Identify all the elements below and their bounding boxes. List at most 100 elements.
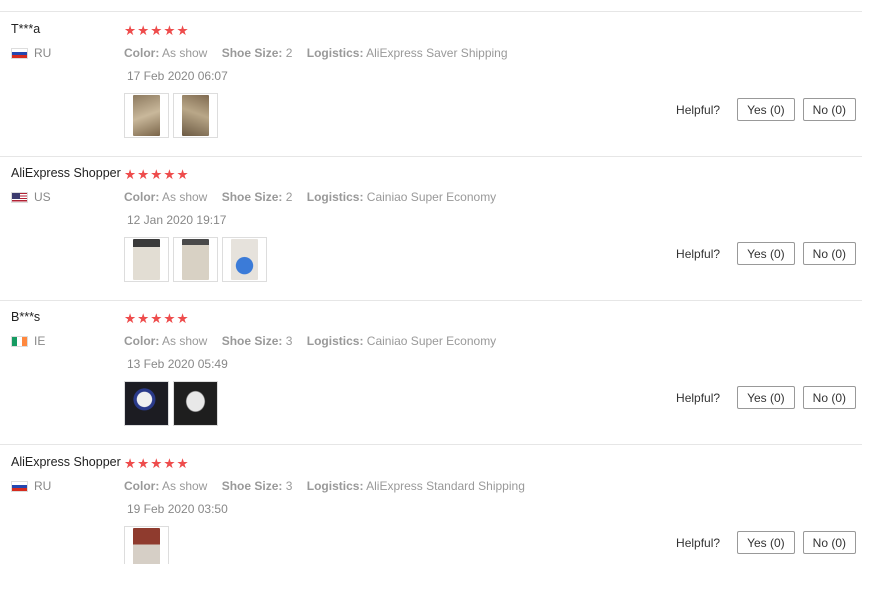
helpful-no-button[interactable]: No (0) <box>802 242 856 265</box>
review-photos <box>124 526 169 564</box>
helpful-yes-button[interactable]: Yes (0) <box>737 242 795 265</box>
helpful-vote: Helpful? Yes (0) No (0) <box>676 531 856 554</box>
logistics-value: Cainiao Super Economy <box>366 334 497 348</box>
star-icon: ★ <box>124 311 137 327</box>
reviewer-name: AliExpress Shopper <box>11 455 121 469</box>
color-label: Color: <box>124 334 160 348</box>
country-code: RU <box>34 46 52 60</box>
helpful-vote: Helpful? Yes (0) No (0) <box>676 386 856 409</box>
star-rating: ★ ★ ★ ★ ★ <box>124 312 189 326</box>
star-rating: ★ ★ ★ ★ ★ <box>124 24 189 38</box>
helpful-yes-button[interactable]: Yes (0) <box>737 386 795 409</box>
shoe-size-label: Shoe Size: <box>221 334 283 348</box>
review-photo-thumbnail[interactable] <box>222 237 267 282</box>
helpful-no-button[interactable]: No (0) <box>802 98 856 121</box>
logistics-label: Logistics: <box>306 46 364 60</box>
review-photo-thumbnail[interactable] <box>124 526 169 564</box>
review-photo-thumbnail[interactable] <box>124 93 169 138</box>
star-icon: ★ <box>163 167 176 183</box>
color-label: Color: <box>124 479 160 493</box>
review-date: 12 Jan 2020 19:17 <box>127 213 227 227</box>
russia-flag-icon <box>11 47 28 59</box>
helpful-vote: Helpful? Yes (0) No (0) <box>676 242 856 265</box>
order-info: Color: As show Shoe Size: 2 Logistics: C… <box>124 190 507 204</box>
usa-flag-icon <box>11 191 28 203</box>
review-item: AliExpress Shopper ★ ★ ★ ★ ★ US Color: As sh… <box>0 156 862 301</box>
reviewer-country: IE <box>11 334 45 348</box>
country-code: IE <box>34 334 46 348</box>
russia-flag-icon <box>11 480 28 492</box>
logistics-label: Logistics: <box>306 334 364 348</box>
helpful-label: Helpful? <box>676 102 721 117</box>
logistics-value: AliExpress Standard Shipping <box>366 479 525 493</box>
review-item: AliExpress Shopper ★ ★ ★ ★ ★ RU Color: As sh… <box>0 445 862 590</box>
review-item: T***a RU ★ ★ ★ ★ ★ Color: As show Shoe Size:… <box>0 12 862 157</box>
star-rating: ★ ★ ★ ★ ★ <box>124 168 189 182</box>
helpful-vote: Helpful? Yes (0) No (0) <box>676 98 856 121</box>
color-value: As show <box>162 190 208 204</box>
reviewer-name: T***a <box>11 22 41 36</box>
star-icon: ★ <box>150 167 163 183</box>
star-icon: ★ <box>163 311 176 327</box>
review-photo-thumbnail[interactable] <box>124 381 169 426</box>
star-icon: ★ <box>176 167 189 183</box>
logistics-value: AliExpress Saver Shipping <box>366 46 508 60</box>
shoe-size-value: 2 <box>285 46 293 60</box>
shoe-size-value: 3 <box>285 479 293 493</box>
review-feed: T***a RU ★ ★ ★ ★ ★ Color: As show Shoe Size:… <box>0 0 889 564</box>
review-photo-thumbnail[interactable] <box>173 381 218 426</box>
star-rating: ★ ★ ★ ★ ★ <box>124 457 189 471</box>
shoe-size-label: Shoe Size: <box>221 190 283 204</box>
order-info: Color: As show Shoe Size: 2 Logistics: A… <box>124 46 519 60</box>
helpful-yes-button[interactable]: Yes (0) <box>737 531 795 554</box>
country-code: US <box>34 190 51 204</box>
star-icon: ★ <box>150 456 163 472</box>
shoe-size-label: Shoe Size: <box>221 46 283 60</box>
star-icon: ★ <box>176 23 189 39</box>
star-icon: ★ <box>163 456 176 472</box>
country-code: RU <box>34 479 52 493</box>
helpful-label: Helpful? <box>676 390 721 405</box>
reviewer-name: B***s <box>11 310 41 324</box>
logistics-label: Logistics: <box>306 479 364 493</box>
review-photo-thumbnail[interactable] <box>124 237 169 282</box>
review-date: 19 Feb 2020 03:50 <box>127 502 228 516</box>
review-date: 13 Feb 2020 05:49 <box>127 357 228 371</box>
logistics-label: Logistics: <box>306 190 364 204</box>
review-photos <box>124 237 267 282</box>
review-photo-thumbnail[interactable] <box>173 93 218 138</box>
logistics-value: Cainiao Super Economy <box>366 190 497 204</box>
shoe-size-value: 2 <box>285 190 293 204</box>
review-date: 17 Feb 2020 06:07 <box>127 69 228 83</box>
star-icon: ★ <box>137 23 150 39</box>
reviewer-country: RU <box>11 46 51 60</box>
star-icon: ★ <box>137 456 150 472</box>
helpful-no-button[interactable]: No (0) <box>802 386 856 409</box>
color-label: Color: <box>124 46 160 60</box>
star-icon: ★ <box>137 311 150 327</box>
star-icon: ★ <box>124 167 137 183</box>
helpful-label: Helpful? <box>676 246 721 261</box>
review-photos <box>124 381 218 426</box>
star-icon: ★ <box>150 23 163 39</box>
color-value: As show <box>162 479 208 493</box>
star-icon: ★ <box>176 311 189 327</box>
reviewer-country: US <box>11 190 51 204</box>
shoe-size-label: Shoe Size: <box>221 479 283 493</box>
color-value: As show <box>162 334 208 348</box>
star-icon: ★ <box>124 23 137 39</box>
color-value: As show <box>162 46 208 60</box>
order-info: Color: As show Shoe Size: 3 Logistics: A… <box>124 479 536 493</box>
reviewer-country: RU <box>11 479 51 493</box>
helpful-no-button[interactable]: No (0) <box>802 531 856 554</box>
reviewer-name: AliExpress Shopper <box>11 166 121 180</box>
order-info: Color: As show Shoe Size: 3 Logistics: C… <box>124 334 507 348</box>
ireland-flag-icon <box>11 335 28 347</box>
helpful-yes-button[interactable]: Yes (0) <box>737 98 795 121</box>
review-photos <box>124 93 218 138</box>
star-icon: ★ <box>137 167 150 183</box>
star-icon: ★ <box>150 311 163 327</box>
review-item: B***s IE ★ ★ ★ ★ ★ Color: As show Shoe Size:… <box>0 300 862 445</box>
review-photo-thumbnail[interactable] <box>173 237 218 282</box>
color-label: Color: <box>124 190 160 204</box>
